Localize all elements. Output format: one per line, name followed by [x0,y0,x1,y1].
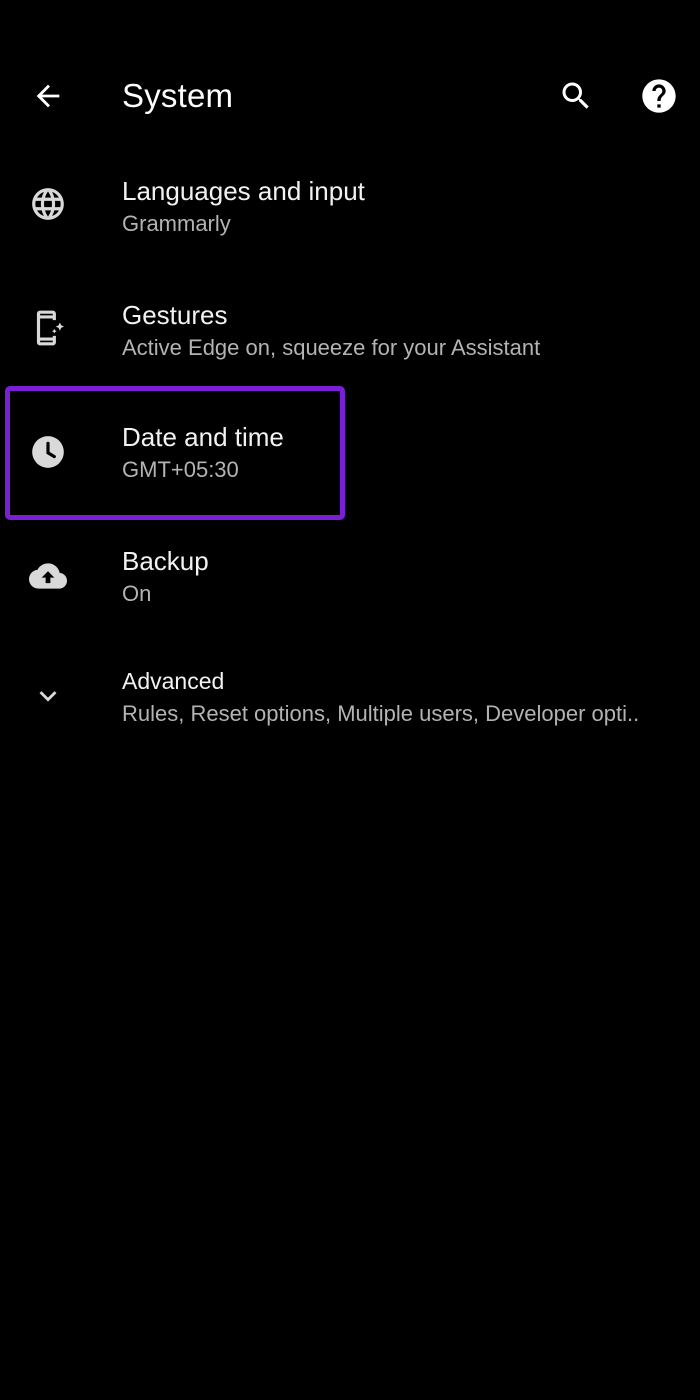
chevron-down-icon [20,668,76,724]
help-circle-icon [642,79,676,113]
setting-subtitle: Active Edge on, squeeze for your Assista… [122,335,541,360]
phone-gesture-icon [20,300,76,356]
setting-title: Languages and input [122,176,365,206]
setting-title: Date and time [122,422,284,452]
setting-subtitle: Rules, Reset options, Multiple users, De… [122,701,640,726]
setting-languages-and-input[interactable]: Languages and input Grammarly [0,160,700,270]
setting-date-and-time[interactable]: Date and time GMT+05:30 [0,406,700,516]
arrow-back-icon [36,84,60,108]
globe-icon [20,176,76,232]
search-icon [562,82,589,109]
setting-advanced[interactable]: Advanced Rules, Reset options, Multiple … [0,650,700,750]
setting-title: Advanced [122,668,225,694]
setting-subtitle: GMT+05:30 [122,457,239,482]
setting-subtitle: Grammarly [122,211,231,236]
cloud-upload-icon [20,548,76,604]
setting-title: Backup [122,546,209,576]
page-title: System [122,77,234,114]
setting-gestures[interactable]: Gestures Active Edge on, squeeze for you… [0,284,700,394]
clock-icon [20,424,76,480]
back-button[interactable] [22,70,74,122]
setting-subtitle: On [122,581,152,606]
search-button[interactable] [550,70,602,122]
setting-title: Gestures [122,300,228,330]
setting-backup[interactable]: Backup On [0,530,700,640]
help-button[interactable] [632,70,686,122]
